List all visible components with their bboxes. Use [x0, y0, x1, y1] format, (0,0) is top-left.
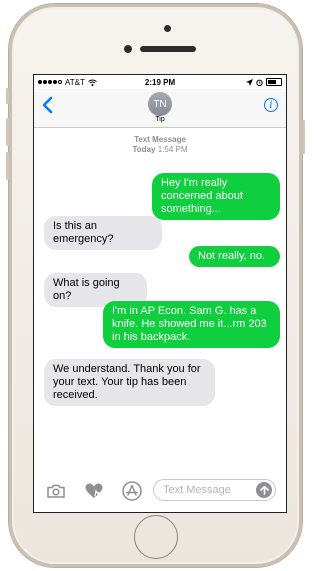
status-bar: AT&T 2:19 PM [34, 75, 286, 89]
status-time: 2:19 PM [144, 77, 176, 87]
contact-name[interactable]: Tip [34, 116, 286, 123]
camera-icon [47, 484, 65, 498]
service-label: Text Message [134, 135, 186, 144]
battery-icon [266, 78, 282, 86]
send-arrow-icon [259, 485, 269, 495]
thread-timestamp: Text Message Today 1:54 PM [34, 135, 286, 155]
time-label: 1:54 PM [157, 145, 188, 154]
app-store-button[interactable] [122, 481, 142, 501]
message-bubble-outgoing[interactable]: Hey I'm really concerned about something… [152, 173, 280, 220]
send-button[interactable] [256, 482, 272, 498]
message-bubble-incoming[interactable]: Is this an emergency? [44, 216, 162, 250]
message-input[interactable]: Text Message [153, 479, 276, 501]
camera-button[interactable] [46, 481, 66, 501]
volume-up-button [6, 118, 9, 146]
info-icon[interactable]: i [264, 98, 278, 112]
home-button[interactable] [134, 515, 178, 559]
day-label: Today [132, 145, 156, 154]
digital-touch-button[interactable] [84, 481, 104, 501]
app-store-icon [122, 481, 142, 501]
front-camera [164, 25, 171, 32]
message-input-placeholder: Text Message [163, 484, 231, 496]
mute-switch [6, 88, 9, 104]
power-button [302, 120, 305, 154]
message-bubble-incoming[interactable]: We understand. Thank you for your text. … [44, 359, 215, 406]
compose-bar: Text Message [34, 473, 286, 512]
message-bubble-outgoing[interactable]: I'm in AP Econ. Sam G. has a knife. He s… [103, 301, 280, 348]
earpiece-speaker [140, 46, 196, 52]
message-bubble-outgoing[interactable]: Not really, no. [189, 246, 280, 267]
back-chevron-icon[interactable] [40, 95, 56, 115]
conversation-header: TN Tip i [34, 89, 286, 128]
contact-avatar[interactable]: TN [148, 92, 172, 116]
heart-touch-icon [85, 483, 103, 498]
proximity-sensor [124, 45, 132, 53]
phone-screen: AT&T 2:19 PM TN Tip i Text Message Today… [33, 74, 287, 513]
volume-down-button [6, 152, 9, 180]
